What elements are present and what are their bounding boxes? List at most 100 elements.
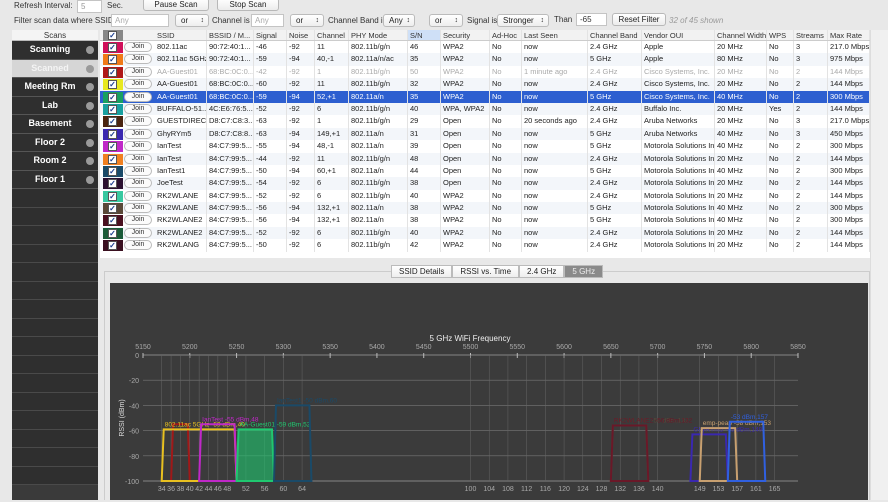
join-button[interactable]: Join [124, 190, 152, 201]
than-input[interactable]: -65 [576, 13, 607, 26]
column-header[interactable]: BSSID / M... [207, 30, 254, 40]
row-checkbox[interactable]: ✓ [103, 128, 123, 140]
row-checkbox[interactable]: ✓ [103, 116, 123, 128]
join-button[interactable]: Join [124, 128, 152, 139]
select-all-checkbox[interactable]: ✓ [103, 30, 123, 41]
join-button[interactable]: Join [124, 91, 152, 102]
table-row[interactable]: ✓ Join IanTest 84:C7:99:5... -55 -94 48,-1 802.… [100, 140, 870, 153]
ssid-filter-input[interactable]: Any [111, 14, 169, 27]
scan-item[interactable]: Scanned [12, 59, 98, 78]
join-button[interactable]: Join [124, 165, 152, 176]
ssid-or-select[interactable]: or [175, 14, 209, 27]
table-row[interactable]: ✓ Join AA-Guest01 68:BC:0C:0... -59 -94 52,+1 8… [100, 90, 870, 103]
channel-tick-label: 165 [769, 486, 781, 493]
tab-5-ghz[interactable]: 5 GHz [564, 265, 604, 278]
column-header[interactable]: Security [441, 30, 490, 40]
table-row[interactable]: ✓ Join 802.11ac 5GHz 90:72:40:1... -59 -94 40,… [100, 53, 870, 66]
signal-select[interactable]: Stronger [497, 14, 549, 27]
column-header[interactable]: PHY Mode [349, 30, 408, 40]
column-header[interactable]: Channel Width [715, 30, 767, 40]
channel-tick-label: 64 [298, 486, 306, 493]
row-checkbox[interactable]: ✓ [103, 141, 123, 153]
cell-noise: -94 [287, 53, 315, 66]
scan-item[interactable]: Scanning [12, 41, 98, 60]
scan-item[interactable]: Meeting Rm [12, 78, 98, 97]
band-or-select[interactable]: or [429, 14, 463, 27]
join-button[interactable]: Join [124, 153, 152, 164]
join-button[interactable]: Join [124, 141, 152, 152]
row-checkbox[interactable]: ✓ [103, 42, 123, 53]
row-checkbox[interactable]: ✓ [103, 79, 123, 91]
column-header[interactable]: Noise [287, 30, 315, 40]
join-button[interactable]: Join [124, 227, 152, 238]
join-button[interactable]: Join [124, 79, 152, 90]
join-button[interactable]: Join [124, 42, 152, 52]
y-tick-label: -100 [125, 479, 139, 486]
scan-item[interactable]: Floor 1 [12, 170, 98, 189]
refresh-interval-stepper[interactable]: 5 [77, 0, 102, 13]
table-row[interactable]: ✓ Join IanTest 84:C7:99:5... -44 -92 11 802.11b… [100, 152, 870, 165]
join-button[interactable]: Join [124, 103, 152, 114]
table-row[interactable]: ✓ Join RK2WLANE 84:C7:99:5... -56 -94 132,+1 80… [100, 202, 870, 215]
tab-ssid-details[interactable]: SSID Details [391, 265, 453, 278]
row-checkbox[interactable]: ✓ [103, 165, 123, 177]
column-header[interactable]: SSID [155, 30, 207, 40]
table-row[interactable]: ✓ Join BUFFALO-51... 4C:E6:76:5... -52 -92 6 80… [100, 102, 870, 116]
column-header[interactable]: Channel Band [588, 30, 642, 40]
row-checkbox[interactable]: ✓ [103, 103, 123, 115]
table-row[interactable]: ✓ Join GUESTDIRECT D8:C7:C8:3... -63 -92 1 802.… [100, 115, 870, 128]
scan-item[interactable]: Floor 2 [12, 133, 98, 152]
table-row[interactable]: ✓ Join RK2WLANE 84:C7:99:5... -52 -92 6 802.11b… [100, 189, 870, 203]
row-checkbox[interactable]: ✓ [103, 66, 123, 78]
table-row[interactable]: ✓ Join RK2WLANG 84:C7:99:5... -50 -92 6 802.11b… [100, 239, 870, 252]
tab-2-4-ghz[interactable]: 2.4 GHz [519, 265, 565, 278]
column-header[interactable]: Channel [315, 30, 349, 40]
join-button[interactable]: Join [124, 54, 152, 65]
reset-filter-button[interactable]: Reset Filter [612, 13, 666, 26]
column-header[interactable]: WPS [767, 30, 794, 40]
column-header[interactable]: S/N [408, 30, 441, 40]
scrollbar[interactable] [870, 30, 888, 500]
row-checkbox[interactable]: ✓ [103, 178, 123, 190]
channel-filter-input[interactable]: Any [251, 14, 284, 27]
row-checkbox[interactable]: ✓ [103, 203, 123, 215]
table-row[interactable]: ✓ Join 802.11ac 90:72:40:1... -46 -92 11 802.11… [100, 41, 870, 54]
pause-scan-button[interactable]: Pause Scan [143, 0, 209, 11]
row-checkbox[interactable]: ✓ [103, 240, 123, 252]
join-button[interactable]: Join [124, 116, 152, 127]
join-button[interactable]: Join [124, 240, 152, 251]
channel-or-select[interactable]: or [290, 14, 324, 27]
x-tick-label: 5850 [790, 344, 806, 351]
column-header[interactable]: Vendor OUI [642, 30, 715, 40]
column-header[interactable]: Last Seen [522, 30, 588, 40]
row-checkbox[interactable]: ✓ [103, 54, 123, 66]
row-checkbox[interactable]: ✓ [103, 215, 123, 227]
column-header[interactable]: Ad-Hoc [490, 30, 522, 40]
scan-item[interactable]: Lab [12, 96, 98, 115]
scan-item[interactable]: Room 2 [12, 152, 98, 171]
table-row[interactable]: ✓ Join AA-Guest01 68:BC:0C:0... -42 -92 1 802.1… [100, 65, 870, 79]
table-row[interactable]: ✓ Join GhyRYm5 D8:C7:C8:8... -63 -94 149,+1 802… [100, 127, 870, 141]
table-row[interactable]: ✓ Join RK2WLANE2 84:C7:99:5... -56 -94 132,+1 8… [100, 214, 870, 227]
row-checkbox[interactable]: ✓ [103, 190, 123, 202]
join-button[interactable]: Join [124, 178, 152, 189]
table-row[interactable]: ✓ Join RK2WLANE2 84:C7:99:5... -52 -92 6 802.11… [100, 226, 870, 240]
join-button[interactable]: Join [124, 66, 152, 77]
table-row[interactable]: ✓ Join IanTest1 84:C7:99:5... -50 -94 60,+1 802… [100, 164, 870, 178]
table-row[interactable]: ✓ Join AA-Guest01 68:BC:0C:0... -60 -92 11 802.… [100, 78, 870, 91]
column-header[interactable]: Streams [794, 30, 828, 40]
column-header[interactable]: Signal [254, 30, 287, 40]
table-row[interactable]: ✓ Join JoeTest 84:C7:99:5... -54 -92 6 802.11b/… [100, 177, 870, 190]
row-checkbox[interactable]: ✓ [103, 91, 123, 103]
tab-rssi-vs-time[interactable]: RSSI vs. Time [452, 265, 520, 278]
join-button[interactable]: Join [124, 215, 152, 226]
join-button[interactable]: Join [124, 203, 152, 214]
channel-band-select[interactable]: Any [383, 14, 415, 27]
row-checkbox[interactable]: ✓ [103, 153, 123, 165]
cell-signal: -56 [254, 214, 287, 227]
row-checkbox[interactable]: ✓ [103, 227, 123, 239]
scan-item[interactable]: Basement [12, 115, 98, 134]
stop-scan-button[interactable]: Stop Scan [217, 0, 279, 11]
cell-vendor-oui: Motorola Solutions Inc. [642, 177, 715, 190]
column-header[interactable]: Max Rate [828, 30, 870, 40]
